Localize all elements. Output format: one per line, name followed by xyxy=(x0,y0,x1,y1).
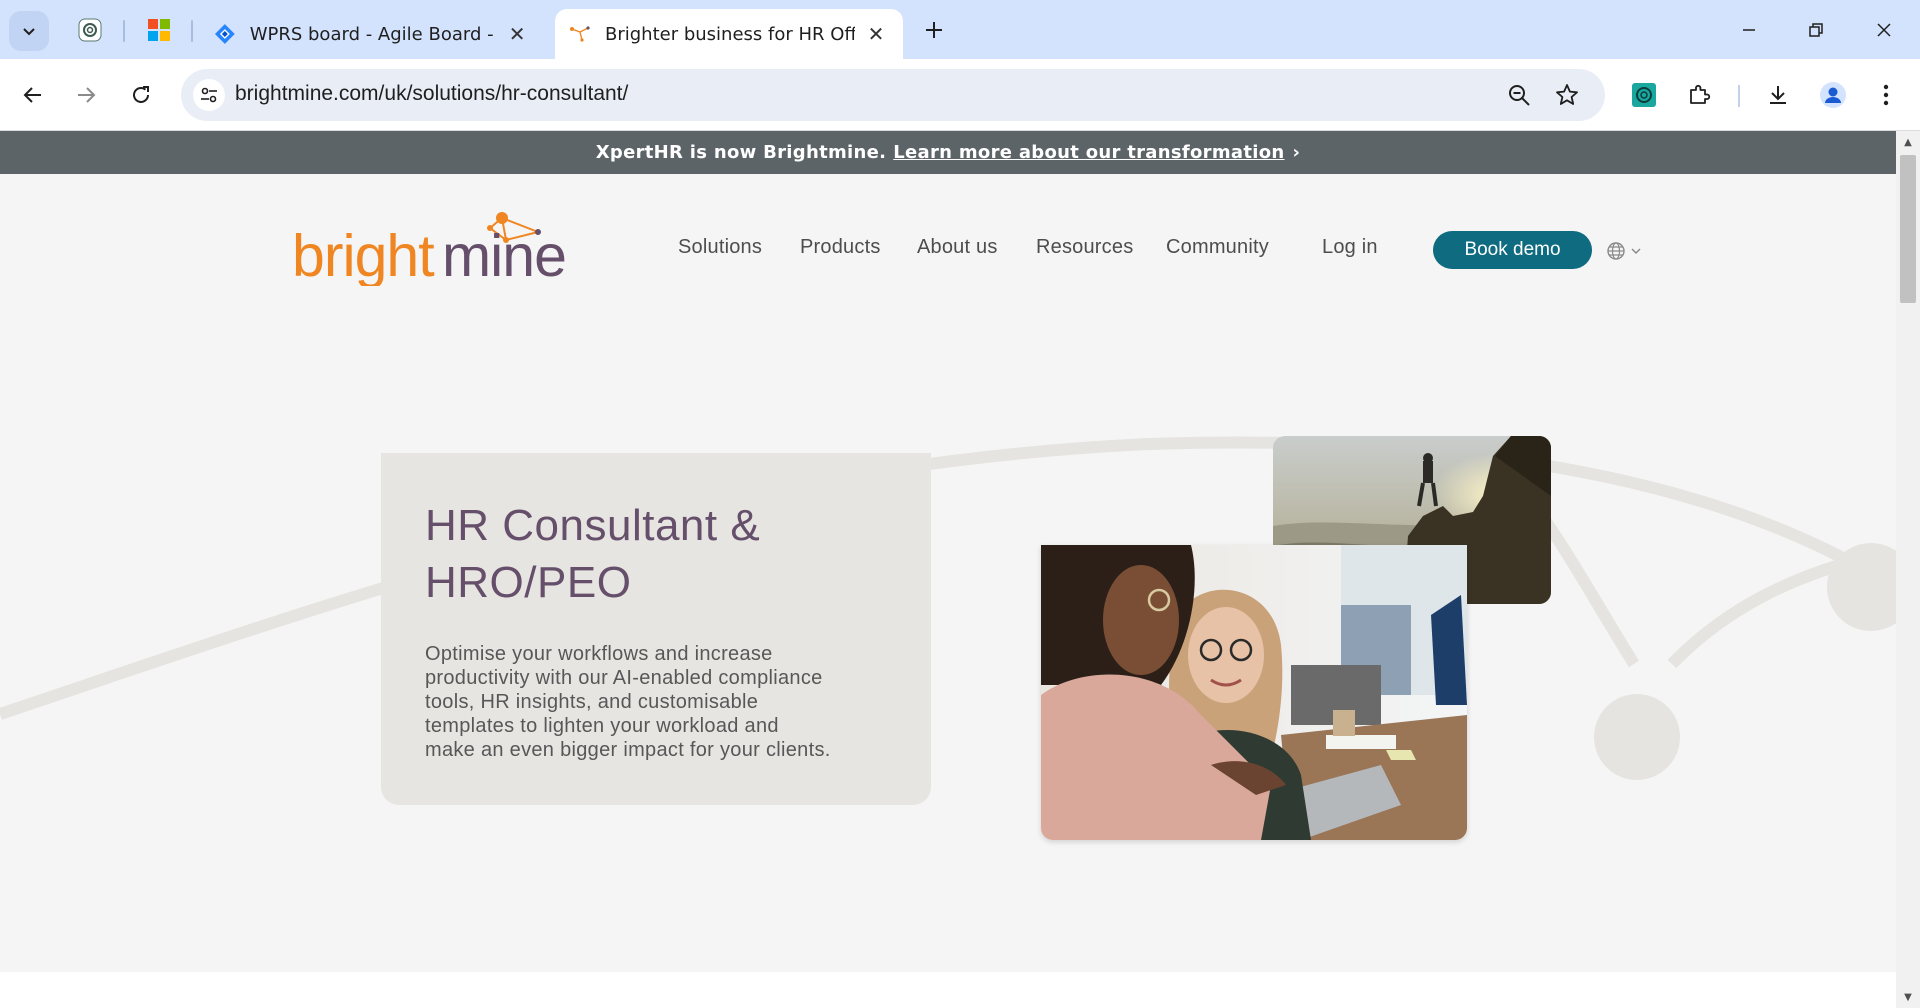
minimize-icon xyxy=(1743,29,1755,31)
extensions-button[interactable] xyxy=(1679,75,1719,115)
chatgpt-extension-button[interactable] xyxy=(1624,75,1664,115)
tab-title: Brighter business for HR Office xyxy=(605,23,855,45)
hero-title-line: HRO/PEO xyxy=(425,558,632,607)
hero-title: HR Consultant & HRO/PEO xyxy=(425,497,865,611)
url-text[interactable]: brightmine.com/uk/solutions/hr-consultan… xyxy=(235,82,628,106)
chevron-down-icon xyxy=(1631,248,1641,255)
chatgpt-icon xyxy=(78,18,102,42)
reload-button[interactable] xyxy=(121,75,161,115)
close-icon[interactable]: ✕ xyxy=(506,22,528,46)
back-button[interactable] xyxy=(13,75,53,115)
arrow-right-icon xyxy=(78,87,96,103)
star-icon xyxy=(1556,84,1578,105)
tune-icon xyxy=(201,87,217,103)
restore-button[interactable] xyxy=(1793,14,1839,46)
microsoft-icon xyxy=(148,19,170,41)
downloads-button[interactable] xyxy=(1758,75,1798,115)
hero-description: Optimise your workflows and increase pro… xyxy=(425,642,895,762)
tab-wprs-board[interactable]: WPRS board - Agile Board - CE ✕ xyxy=(200,9,542,59)
page-next-section xyxy=(0,972,1896,1008)
announcement-banner: XpertHR is now Brightmine. Learn more ab… xyxy=(0,131,1896,174)
zoom-out-icon xyxy=(1509,85,1530,106)
site-info-button[interactable] xyxy=(193,79,225,111)
nav-resources[interactable]: Resources xyxy=(1036,236,1133,259)
language-selector[interactable] xyxy=(1606,240,1646,262)
new-tab-button[interactable] xyxy=(918,14,950,46)
hero-description-line: Optimise your workflows and increase xyxy=(425,643,773,665)
hero-description-line: make an even bigger impact for your clie… xyxy=(425,739,831,761)
plus-icon xyxy=(926,22,942,38)
svg-text:bright: bright xyxy=(292,223,434,286)
decorative-network-lines xyxy=(0,436,1896,780)
hero-card: HR Consultant & HRO/PEO Optimise your wo… xyxy=(381,453,931,805)
tab-search-button[interactable] xyxy=(9,11,49,51)
menu-button[interactable] xyxy=(1866,75,1906,115)
profile-button[interactable] xyxy=(1813,75,1853,115)
globe-icon xyxy=(1607,242,1625,260)
close-icon[interactable]: ✕ xyxy=(865,22,887,46)
scroll-thumb[interactable] xyxy=(1900,155,1916,303)
tab-separator xyxy=(123,20,125,42)
reload-icon xyxy=(133,86,149,103)
tab-brightmine[interactable]: Brighter business for HR Office ✕ xyxy=(555,9,903,59)
page-content: bright mine Solutions Products About us … xyxy=(0,174,1896,972)
hero-description-line: templates to lighten your workload and xyxy=(425,715,779,737)
chatgpt-extension-icon xyxy=(1632,83,1656,107)
scroll-down-icon[interactable]: ▼ xyxy=(1896,988,1920,1006)
nav-solutions[interactable]: Solutions xyxy=(678,236,762,259)
forward-button[interactable] xyxy=(66,75,106,115)
hero-image-colleagues xyxy=(1041,545,1467,840)
banner-link[interactable]: Learn more about our transformation xyxy=(893,142,1284,163)
arrow-left-icon xyxy=(23,87,41,103)
login-link[interactable]: Log in xyxy=(1322,236,1378,259)
nav-about-us[interactable]: About us xyxy=(917,236,998,259)
brightmine-logo[interactable]: bright mine xyxy=(292,206,592,286)
nav-community[interactable]: Community xyxy=(1166,236,1269,259)
chevron-down-icon xyxy=(23,28,35,36)
minimize-button[interactable] xyxy=(1726,14,1772,46)
tab-title: WPRS board - Agile Board - CE xyxy=(249,23,497,45)
pinned-tab-microsoft[interactable] xyxy=(143,14,175,46)
close-icon xyxy=(1877,23,1891,37)
scroll-up-icon[interactable]: ▲ xyxy=(1896,133,1920,151)
hero-description-line: productivity with our AI-enabled complia… xyxy=(425,667,823,689)
zoom-button[interactable] xyxy=(1503,79,1535,111)
nav-products[interactable]: Products xyxy=(800,236,881,259)
download-icon xyxy=(1770,86,1786,104)
bookmark-button[interactable] xyxy=(1551,79,1583,111)
browser-toolbar: brightmine.com/uk/solutions/hr-consultan… xyxy=(0,59,1920,131)
brightmine-favicon-icon xyxy=(570,26,590,42)
toolbar-separator xyxy=(1738,85,1740,107)
pinned-tab-chatgpt[interactable] xyxy=(74,14,106,46)
kebab-menu-icon xyxy=(1883,84,1889,106)
avatar-icon xyxy=(1820,82,1846,108)
banner-text: XpertHR is now Brightmine. xyxy=(595,142,887,163)
page-scrollbar[interactable]: ▲ ▼ xyxy=(1896,131,1920,1008)
hero-title-line: HR Consultant & xyxy=(425,501,761,550)
tab-separator xyxy=(191,20,193,42)
browser-tab-strip: WPRS board - Agile Board - CE ✕ Brighter… xyxy=(0,0,1920,59)
address-bar[interactable]: brightmine.com/uk/solutions/hr-consultan… xyxy=(181,69,1605,121)
restore-icon xyxy=(1809,23,1823,37)
jira-icon xyxy=(214,24,235,44)
chevron-right-icon[interactable]: › xyxy=(1293,142,1301,163)
hero-description-line: tools, HR insights, and customisable xyxy=(425,691,759,713)
book-demo-button[interactable]: Book demo xyxy=(1433,231,1592,269)
svg-text:mine: mine xyxy=(442,223,566,286)
close-window-button[interactable] xyxy=(1861,14,1907,46)
puzzle-icon xyxy=(1690,84,1711,104)
